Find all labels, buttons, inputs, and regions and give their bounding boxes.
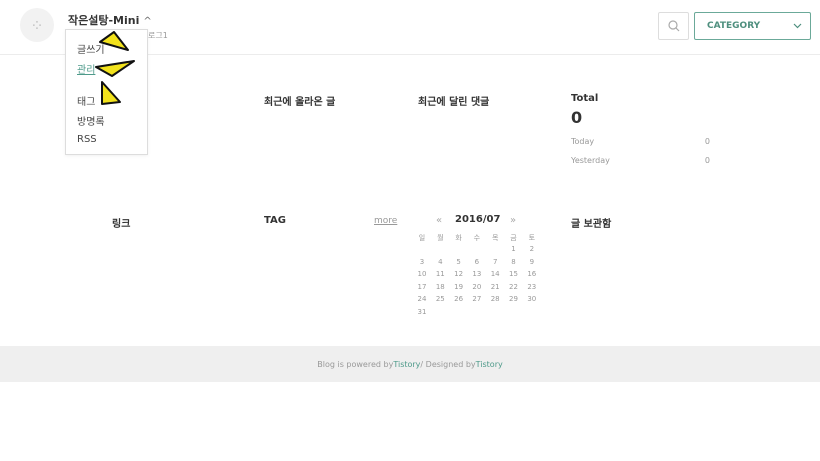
calendar-prev-button[interactable]: « <box>436 215 442 226</box>
calendar-weekday: 토 <box>528 234 536 242</box>
calendar-day[interactable]: 29 <box>505 295 523 303</box>
search-button[interactable] <box>658 12 689 40</box>
recent-comments-title: 최근에 달린 댓글 <box>418 97 490 108</box>
calendar-day[interactable]: 20 <box>468 283 486 291</box>
yesterday-label: Yesterday <box>571 156 610 165</box>
footer-middle: / Designed by <box>420 359 476 369</box>
tag-title: TAG <box>264 215 286 226</box>
calendar-weekday: 일 <box>418 234 426 242</box>
footer-prefix: Blog is powered by <box>317 359 394 369</box>
search-icon <box>667 20 679 32</box>
calendar-day[interactable]: 12 <box>450 270 468 278</box>
today-label: Today <box>571 137 595 146</box>
yesterday-value: 0 <box>704 156 710 165</box>
tag-more-link[interactable]: more <box>374 216 397 226</box>
calendar-day[interactable]: 16 <box>523 270 541 278</box>
calendar-title: 2016/07 <box>455 214 501 225</box>
calendar-weekday: 화 <box>455 234 462 242</box>
total-value: 0 <box>571 108 583 127</box>
calendar-day[interactable]: 9 <box>523 258 541 266</box>
calendar-day[interactable]: 23 <box>523 283 541 291</box>
today-value: 0 <box>704 137 710 146</box>
blog-avatar[interactable]: ⁘ <box>20 8 54 42</box>
calendar-day[interactable]: 3 <box>413 258 431 266</box>
calendar-day[interactable]: 7 <box>486 258 504 266</box>
calendar-day[interactable]: 25 <box>431 295 449 303</box>
chevron-up-icon: ^ <box>143 16 152 27</box>
blog-title[interactable]: 작은설탕-Mini ^ <box>68 12 152 28</box>
calendar-day[interactable]: 14 <box>486 270 504 278</box>
recent-posts-title: 최근에 올라온 글 <box>264 97 336 108</box>
calendar-day[interactable]: 8 <box>505 258 523 266</box>
footer-powered-link[interactable]: Tistory <box>393 360 420 369</box>
pointer-arrow-top <box>99 31 129 51</box>
calendar-day[interactable]: 13 <box>468 270 486 278</box>
pointer-arrow-bottom <box>101 81 121 105</box>
calendar-day[interactable]: 22 <box>505 283 523 291</box>
calendar-weekday: 목 <box>491 234 499 242</box>
calendar-weekday: 수 <box>473 234 481 242</box>
calendar-weekday: 금 <box>510 234 517 242</box>
calendar-day[interactable]: 1 <box>505 245 523 253</box>
pointer-arrow-middle <box>95 60 135 77</box>
calendar-day[interactable]: 4 <box>431 258 449 266</box>
calendar-day[interactable]: 24 <box>413 295 431 303</box>
blog-subtitle: 로그1 <box>148 31 168 40</box>
calendar-day[interactable]: 27 <box>468 295 486 303</box>
calendar-day[interactable]: 19 <box>450 283 468 291</box>
calendar-day[interactable]: 30 <box>523 295 541 303</box>
archive-title: 글 보관함 <box>571 219 612 230</box>
category-button[interactable]: CATEGORY <box>694 12 811 40</box>
menu-item-guestbook[interactable]: 방명록 <box>77 113 105 128</box>
calendar-day[interactable]: 2 <box>523 245 541 253</box>
tistory-logo-icon: ⁘ <box>30 15 44 35</box>
calendar-day[interactable]: 5 <box>450 258 468 266</box>
calendar-day[interactable]: 26 <box>450 295 468 303</box>
menu-item-rss[interactable]: RSS <box>77 134 97 145</box>
calendar-day[interactable]: 28 <box>486 295 504 303</box>
calendar-day[interactable]: 18 <box>431 283 449 291</box>
calendar-day[interactable]: 11 <box>431 270 449 278</box>
footer: Blog is powered by Tistory / Designed by… <box>0 346 820 382</box>
category-label: CATEGORY <box>707 21 761 31</box>
links-title: 링크 <box>112 219 131 230</box>
chevron-down-icon <box>793 23 802 29</box>
calendar-day[interactable]: 10 <box>413 270 431 278</box>
calendar-next-button[interactable]: » <box>510 215 516 226</box>
calendar-day[interactable]: 17 <box>413 283 431 291</box>
total-title: Total <box>571 93 599 104</box>
calendar-weekday: 월 <box>437 234 444 242</box>
calendar-day[interactable]: 6 <box>468 258 486 266</box>
blog-title-text: 작은설탕-Mini <box>68 14 140 27</box>
annotation-pointers <box>95 31 135 105</box>
calendar-day[interactable]: 31 <box>413 308 431 316</box>
calendar-day[interactable]: 15 <box>505 270 523 278</box>
calendar-day[interactable]: 21 <box>486 283 504 291</box>
footer-designed-link[interactable]: Tistory <box>476 360 503 369</box>
